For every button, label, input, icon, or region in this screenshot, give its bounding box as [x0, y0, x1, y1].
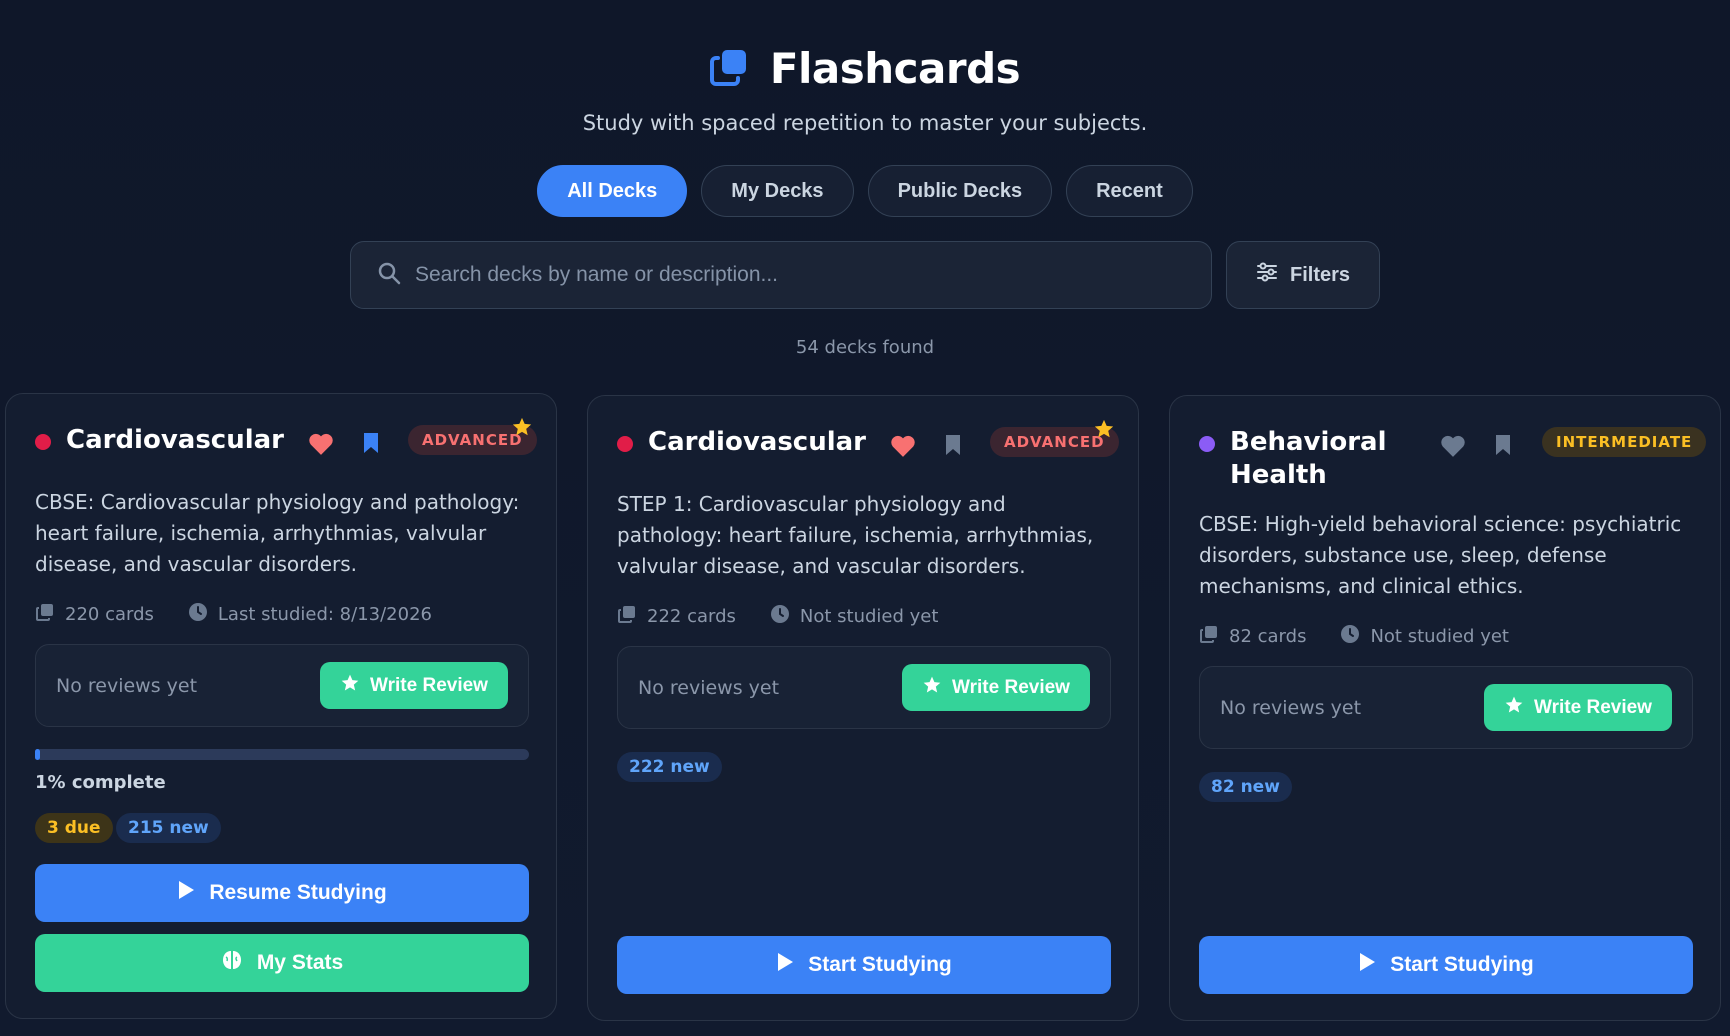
write-review-button[interactable]: Write Review: [1484, 684, 1672, 731]
cards-icon: [35, 602, 55, 627]
deck-name: Cardiovascular: [648, 427, 867, 457]
deck-color-dot: [35, 434, 51, 450]
filters-button[interactable]: Filters: [1226, 241, 1380, 309]
deck-color-dot: [617, 436, 633, 452]
start-studying-button[interactable]: Start Studying: [617, 936, 1111, 994]
review-box: No reviews yet Write Review: [617, 646, 1111, 729]
heart-icon[interactable]: [308, 432, 334, 460]
my-stats-button[interactable]: My Stats: [35, 934, 529, 992]
cards-icon: [1199, 624, 1219, 649]
write-review-label: Write Review: [952, 676, 1070, 698]
sliders-icon: [1256, 261, 1278, 289]
play-icon: [776, 952, 794, 978]
heart-icon[interactable]: [1440, 434, 1466, 462]
progress-fill: [35, 749, 40, 760]
featured-star-icon: [1093, 418, 1115, 444]
star-icon: [340, 673, 360, 699]
search-input[interactable]: [415, 263, 1211, 287]
clock-icon: [1340, 624, 1360, 649]
reviews-status: No reviews yet: [1220, 696, 1362, 719]
write-review-button[interactable]: Write Review: [902, 664, 1090, 711]
my-stats-label: My Stats: [256, 951, 344, 974]
deck-meta: 82 cards Not studied yet: [1199, 624, 1509, 649]
results-count: 54 decks found: [795, 337, 935, 358]
bookmark-icon[interactable]: [362, 431, 380, 459]
last-studied: Last studied: 8/13/2026: [217, 604, 432, 625]
last-studied: Not studied yet: [799, 606, 939, 627]
tab-public-decks[interactable]: Public Decks: [867, 165, 1053, 217]
tab-all-decks[interactable]: All Decks: [537, 165, 688, 217]
review-box: No reviews yet Write Review: [1199, 666, 1693, 749]
progress-bar: [35, 749, 529, 760]
deck-meta: 222 cards Not studied yet: [617, 604, 938, 629]
deck-description: CBSE: High-yield behavioral science: psy…: [1199, 512, 1682, 598]
deck-card: Behavioral Health INTERMEDIATE CBSE: Hig…: [1169, 395, 1721, 1021]
new-badge: 215 new: [116, 813, 221, 843]
deck-card: Cardiovascular ADVANCED STEP 1: Cardiova…: [587, 395, 1139, 1021]
difficulty-badge: INTERMEDIATE: [1542, 427, 1707, 457]
deck-card: Cardiovascular ADVANCED CBSE: Cardiovasc…: [5, 393, 557, 1019]
star-icon: [922, 675, 942, 701]
reviews-status: No reviews yet: [56, 674, 198, 697]
featured-star-icon: [511, 416, 533, 442]
deck-description: STEP 1: Cardiovascular physiology and pa…: [617, 492, 1094, 578]
search-icon: [377, 261, 401, 289]
resume-studying-label: Resume Studying: [209, 881, 387, 904]
card-count: 220 cards: [65, 604, 154, 625]
reviews-status: No reviews yet: [638, 676, 780, 699]
tab-my-decks[interactable]: My Decks: [701, 165, 854, 217]
new-badge: 82 new: [1199, 772, 1292, 802]
review-box: No reviews yet Write Review: [35, 644, 529, 727]
write-review-label: Write Review: [370, 674, 488, 696]
tab-recent[interactable]: Recent: [1066, 165, 1193, 217]
deck-name: Cardiovascular: [66, 425, 285, 455]
card-count: 82 cards: [1229, 626, 1307, 647]
start-studying-button[interactable]: Start Studying: [1199, 936, 1693, 994]
play-icon: [1358, 952, 1376, 978]
search-row: Filters: [0, 241, 1730, 309]
page-subtitle: Study with spaced repetition to master y…: [582, 111, 1148, 135]
page-header: Flashcards Study with spaced repetition …: [0, 0, 1730, 358]
heart-icon[interactable]: [890, 434, 916, 462]
filters-label: Filters: [1289, 263, 1351, 286]
clock-icon: [188, 602, 208, 627]
start-studying-label: Start Studying: [1390, 953, 1534, 976]
deck-meta: 220 cards Last studied: 8/13/2026: [35, 602, 432, 627]
write-review-button[interactable]: Write Review: [320, 662, 508, 709]
clock-icon: [770, 604, 790, 629]
deck-name: Behavioral Health: [1230, 427, 1387, 490]
search-box[interactable]: [350, 241, 1212, 309]
start-studying-label: Start Studying: [808, 953, 952, 976]
title-row: Flashcards: [0, 44, 1730, 93]
cards-icon: [617, 604, 637, 629]
bookmark-icon[interactable]: [1494, 433, 1512, 461]
play-icon: [177, 880, 195, 906]
deck-description: CBSE: Cardiovascular physiology and path…: [35, 490, 520, 576]
new-badge: 222 new: [617, 752, 722, 782]
card-count: 222 cards: [647, 606, 736, 627]
brain-icon: [221, 949, 243, 977]
star-icon: [1504, 695, 1524, 721]
write-review-label: Write Review: [1534, 696, 1652, 718]
resume-studying-button[interactable]: Resume Studying: [35, 864, 529, 922]
cards-stack-icon: [709, 48, 748, 90]
deck-color-dot: [1199, 436, 1215, 452]
deck-tabs: All Decks My Decks Public Decks Recent: [0, 165, 1730, 217]
progress-label: 1% complete: [35, 772, 166, 793]
due-badge: 3 due: [35, 813, 113, 843]
page-title: Flashcards: [769, 44, 1021, 93]
last-studied: Not studied yet: [1370, 626, 1509, 647]
bookmark-icon[interactable]: [944, 433, 962, 461]
